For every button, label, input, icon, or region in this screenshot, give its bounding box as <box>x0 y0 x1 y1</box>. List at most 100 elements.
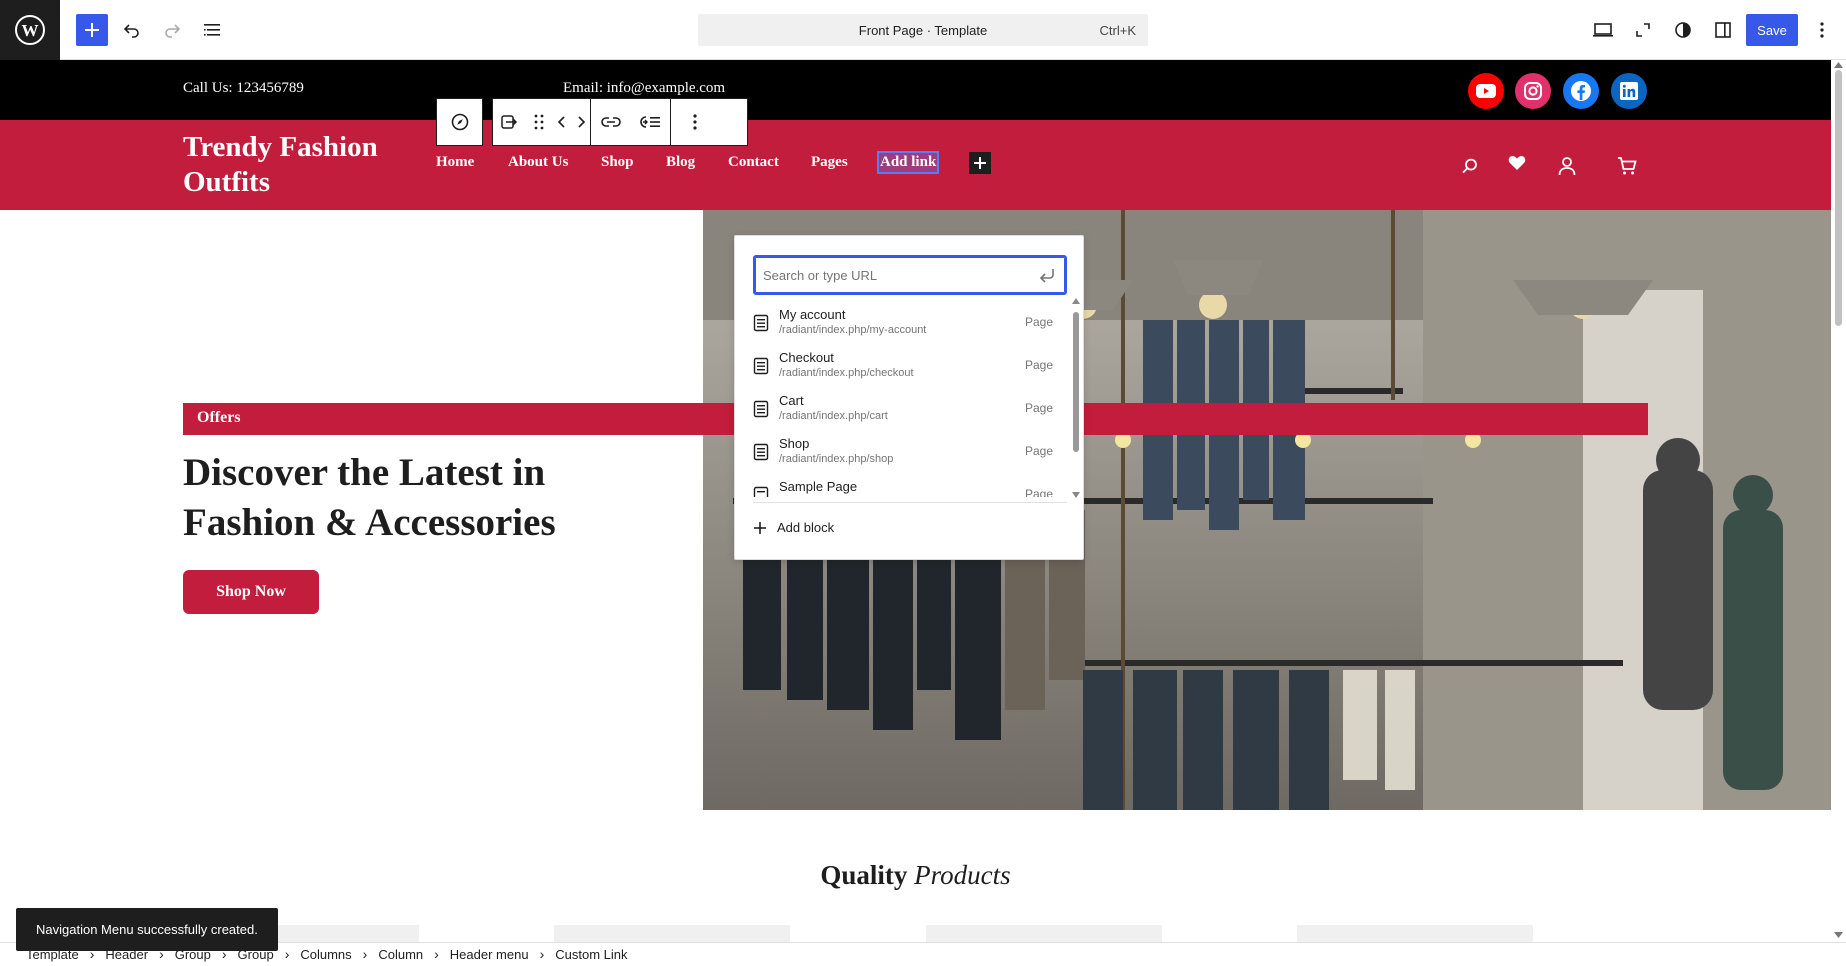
nav-item-pages[interactable]: Pages <box>811 154 848 171</box>
page-icon <box>753 486 769 497</box>
breadcrumb-item-current: Custom Link <box>555 947 628 962</box>
suggestion-url: /radiant/index.php/shop <box>779 453 894 465</box>
link-control-popover: My account /radiant/index.php/my-account… <box>734 235 1084 560</box>
cart-icon[interactable] <box>1617 156 1637 176</box>
snackbar-notice[interactable]: Navigation Menu successfully created. <box>16 908 278 951</box>
document-overview-icon <box>204 24 220 36</box>
add-block-button[interactable]: Add block <box>753 520 834 535</box>
redo-icon <box>165 24 181 38</box>
breadcrumb-item[interactable]: Column <box>378 947 423 962</box>
email-text: Email: info@example.com <box>563 80 726 96</box>
fullscreen-button[interactable] <box>1628 14 1658 46</box>
nav-item-contact[interactable]: Contact <box>728 154 779 171</box>
scrollbar-thumb[interactable] <box>1073 312 1079 452</box>
scrollbar-thumb[interactable] <box>1835 70 1842 326</box>
nav-item-add-link[interactable]: Add link <box>877 151 940 174</box>
nav-item-home[interactable]: Home <box>436 154 474 171</box>
block-inserter-button[interactable] <box>76 14 108 46</box>
plus-icon <box>974 157 986 169</box>
product-card-placeholder <box>554 925 790 942</box>
suggestions-scrollbar[interactable] <box>1071 298 1081 498</box>
suggestion-title: Sample Page <box>779 479 858 494</box>
suggestion-url: /radiant/index.php/my-account <box>779 324 927 336</box>
shop-now-button[interactable]: Shop Now <box>183 570 319 614</box>
breadcrumb-item[interactable]: Columns <box>300 947 351 962</box>
options-menu-button[interactable] <box>1810 14 1834 46</box>
search-icon[interactable] <box>1461 157 1479 175</box>
block-type-button[interactable] <box>437 99 482 145</box>
link-suggestion-item[interactable]: My account /radiant/index.php/my-account… <box>753 302 1053 345</box>
plus-icon <box>85 23 99 37</box>
compass-icon <box>451 113 468 131</box>
scroll-up-icon <box>1072 298 1080 304</box>
block-options-button[interactable] <box>671 99 719 145</box>
enter-icon[interactable] <box>1037 266 1057 286</box>
link-icon <box>601 117 621 127</box>
link-search-field[interactable] <box>753 255 1067 295</box>
document-overview-button[interactable] <box>198 14 226 46</box>
fullscreen-icon <box>1636 23 1650 37</box>
scroll-down-icon <box>1834 932 1843 938</box>
nav-item-blog[interactable]: Blog <box>666 154 695 171</box>
view-desktop-icon <box>1593 23 1613 37</box>
sidebar-icon <box>1715 22 1731 38</box>
site-title[interactable]: Trendy Fashion Outfits <box>183 130 378 200</box>
facebook-icon[interactable] <box>1563 73 1599 109</box>
redo-button[interactable] <box>158 14 186 46</box>
canvas-scrollbar[interactable] <box>1831 60 1846 942</box>
navigation-block-toolbar <box>436 98 483 146</box>
suggestion-title: My account <box>779 307 846 322</box>
preview-device-button[interactable] <box>1588 14 1618 46</box>
link-button[interactable] <box>591 99 631 145</box>
suggestion-url: /radiant/index.php/cart <box>779 410 888 422</box>
user-icon[interactable] <box>1558 156 1576 176</box>
move-right-button[interactable] <box>571 99 591 145</box>
styles-button[interactable] <box>1668 14 1698 46</box>
heart-icon[interactable] <box>1508 155 1526 171</box>
link-suggestion-item[interactable]: Shop /radiant/index.php/shop Page <box>753 431 1053 474</box>
hero-heading[interactable]: Discover the Latest in Fashion & Accesso… <box>183 448 556 548</box>
instagram-icon[interactable] <box>1515 73 1551 109</box>
products-word: Products <box>914 860 1011 890</box>
scroll-down-icon <box>1072 492 1080 498</box>
link-suggestion-item[interactable]: Cart /radiant/index.php/cart Page <box>753 388 1053 431</box>
nav-append-block-button[interactable] <box>969 152 991 174</box>
drag-handle-icon <box>534 114 544 130</box>
site-header[interactable]: Trendy Fashion Outfits Home About Us Sho… <box>0 120 1831 210</box>
suggestion-type: Page <box>1024 444 1053 458</box>
chevron-right-icon: › <box>434 946 439 962</box>
page-icon <box>753 314 769 332</box>
move-left-button[interactable] <box>553 99 571 145</box>
nav-item-about-us[interactable]: About Us <box>508 154 568 171</box>
link-block-toolbar <box>492 98 748 146</box>
suggestion-type: Page <box>1024 487 1053 497</box>
wordpress-logo-icon[interactable]: W <box>0 0 60 60</box>
link-suggestion-item[interactable]: Sample Page Page <box>753 474 1053 497</box>
suggestion-title: Shop <box>779 436 810 451</box>
editor-canvas[interactable]: Call Us: 123456789 Email: info@example.c… <box>0 60 1831 942</box>
undo-button[interactable] <box>118 14 146 46</box>
call-us-text: Call Us: 123456789 <box>183 80 304 96</box>
linkedin-icon[interactable] <box>1611 73 1647 109</box>
suggestion-type: Page <box>1024 358 1053 372</box>
chevron-right-icon: › <box>539 946 545 962</box>
quality-products-heading[interactable]: Quality Products <box>0 860 1831 891</box>
parent-select-button[interactable] <box>493 99 525 145</box>
command-palette-button[interactable]: Front Page · Template Ctrl+K <box>698 14 1148 46</box>
breadcrumb-item[interactable]: Header menu <box>450 947 529 962</box>
add-submenu-icon <box>639 116 660 128</box>
undo-icon <box>123 24 139 38</box>
add-submenu-button[interactable] <box>631 99 671 145</box>
page-icon <box>753 357 769 375</box>
youtube-icon[interactable] <box>1468 73 1504 109</box>
svg-text:W: W <box>22 21 39 40</box>
editor-app: W Front Page · Template Ctrl+K Save Call… <box>0 0 1846 966</box>
save-button[interactable]: Save <box>1746 14 1798 46</box>
quality-word: Quality <box>820 860 908 890</box>
suggestion-url: /radiant/index.php/checkout <box>779 367 914 379</box>
link-suggestion-item[interactable]: Checkout /radiant/index.php/checkout Pag… <box>753 345 1053 388</box>
link-search-input[interactable] <box>763 258 1023 292</box>
settings-sidebar-button[interactable] <box>1708 14 1738 46</box>
nav-item-shop[interactable]: Shop <box>601 154 634 171</box>
drag-handle[interactable] <box>525 99 553 145</box>
